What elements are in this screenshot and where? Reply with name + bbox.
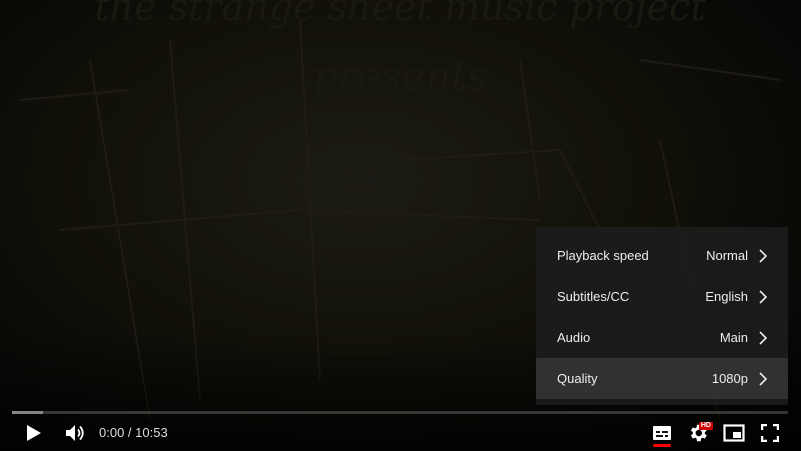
miniplayer-icon bbox=[723, 424, 745, 442]
time-display-text: 0:00 / 10:53 bbox=[99, 425, 168, 440]
menu-item-audio[interactable]: Audio Main bbox=[536, 317, 788, 358]
video-player[interactable]: the strange sheet music project presents… bbox=[0, 0, 801, 451]
menu-item-subtitles[interactable]: Subtitles/CC English bbox=[536, 276, 788, 317]
menu-item-label: Subtitles/CC bbox=[557, 289, 630, 304]
menu-item-quality[interactable]: Quality 1080p bbox=[536, 358, 788, 399]
subtitles-active-indicator bbox=[653, 444, 671, 447]
subtitles-button[interactable] bbox=[644, 415, 680, 451]
play-button[interactable] bbox=[16, 415, 52, 451]
chevron-right-icon bbox=[759, 371, 768, 386]
menu-item-value: English bbox=[705, 289, 748, 304]
menu-item-label: Audio bbox=[557, 330, 591, 345]
menu-item-value: 1080p bbox=[711, 371, 748, 386]
menu-item-label: Quality bbox=[557, 371, 598, 386]
menu-item-value: Normal bbox=[706, 248, 748, 263]
menu-item-label: Playback speed bbox=[557, 248, 649, 263]
menu-item-playback-speed[interactable]: Playback speed Normal bbox=[536, 235, 788, 276]
settings-button[interactable]: HD bbox=[680, 415, 716, 451]
subtitles-icon bbox=[653, 426, 671, 440]
time-display: 0:00 / 10:53 bbox=[99, 415, 168, 451]
background-title-text: the strange sheet music project bbox=[94, 0, 706, 29]
settings-menu: Playback speed Normal Subtitles/CC Engli… bbox=[536, 227, 788, 405]
play-icon bbox=[27, 425, 41, 441]
volume-icon bbox=[66, 425, 84, 441]
fullscreen-button[interactable] bbox=[752, 415, 788, 451]
mute-button[interactable] bbox=[58, 415, 94, 451]
chevron-right-icon bbox=[759, 248, 768, 263]
chevron-right-icon bbox=[759, 289, 768, 304]
progress-buffered bbox=[12, 411, 44, 414]
chevron-right-icon bbox=[759, 330, 768, 345]
hd-badge: HD bbox=[698, 422, 713, 430]
player-controls: 0:00 / 10:53 HD bbox=[12, 415, 789, 451]
background-presents-text: presents bbox=[313, 54, 488, 100]
miniplayer-button[interactable] bbox=[716, 415, 752, 451]
menu-item-value: Main bbox=[719, 330, 748, 345]
fullscreen-icon bbox=[761, 424, 779, 442]
progress-bar[interactable] bbox=[12, 411, 788, 414]
